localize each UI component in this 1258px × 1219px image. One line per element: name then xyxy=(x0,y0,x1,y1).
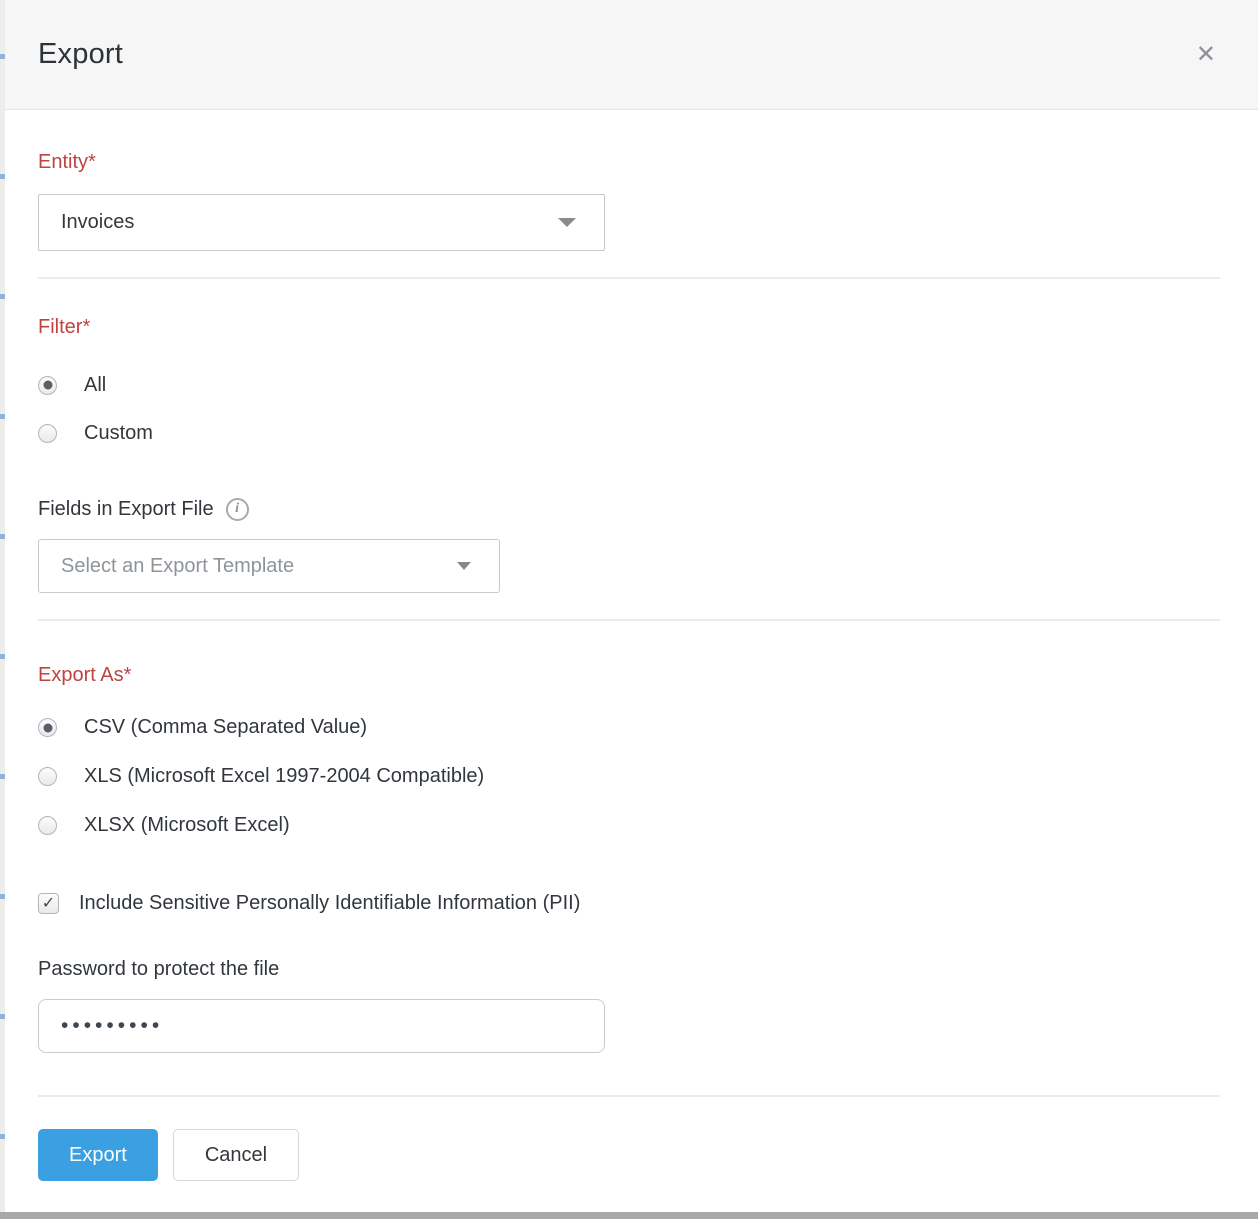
pii-checkbox-label: Include Sensitive Personally Identifiabl… xyxy=(79,892,580,915)
filter-option-all[interactable]: All xyxy=(38,361,1220,409)
checkbox-checked-icon[interactable]: ✓ xyxy=(38,893,59,914)
cancel-button[interactable]: Cancel xyxy=(173,1129,299,1181)
checkmark-icon: ✓ xyxy=(42,896,55,912)
radio-unselected-icon[interactable] xyxy=(38,424,57,443)
dialog-header: Export ✕ xyxy=(0,0,1258,110)
export-dialog: Export ✕ Entity* Invoices Filter* All Cu… xyxy=(0,0,1258,1219)
entity-label: Entity* xyxy=(38,148,1220,176)
page-behind-bottom-edge xyxy=(0,1212,1258,1219)
export-as-option-xlsx[interactable]: XLSX (Microsoft Excel) xyxy=(38,801,1220,850)
page-behind-left-edge xyxy=(0,0,5,1219)
entity-select-value: Invoices xyxy=(61,211,134,234)
radio-selected-icon[interactable] xyxy=(38,376,57,395)
entity-select[interactable]: Invoices xyxy=(38,194,605,251)
export-as-option-label: XLS (Microsoft Excel 1997-2004 Compatibl… xyxy=(84,765,484,788)
radio-unselected-icon[interactable] xyxy=(38,816,57,835)
divider xyxy=(38,1095,1220,1097)
filter-option-label: Custom xyxy=(84,422,153,445)
password-label: Password to protect the file xyxy=(38,955,1220,983)
export-as-option-xls[interactable]: XLS (Microsoft Excel 1997-2004 Compatibl… xyxy=(38,752,1220,801)
radio-selected-icon[interactable] xyxy=(38,718,57,737)
export-template-select[interactable]: Select an Export Template xyxy=(38,539,500,593)
filter-option-custom[interactable]: Custom xyxy=(38,409,1220,457)
chevron-down-icon xyxy=(457,562,471,570)
dialog-title: Export xyxy=(38,38,123,71)
close-icon[interactable]: ✕ xyxy=(1192,39,1220,71)
chevron-down-icon xyxy=(558,218,576,227)
pii-checkbox-row[interactable]: ✓ Include Sensitive Personally Identifia… xyxy=(38,892,1220,915)
fields-in-export-file-row: Fields in Export File i xyxy=(38,495,1220,523)
dialog-footer: Export Cancel xyxy=(38,1129,1220,1219)
divider xyxy=(38,277,1220,279)
dialog-body: Entity* Invoices Filter* All Custom Fiel… xyxy=(0,148,1258,1219)
filter-label: Filter* xyxy=(38,313,1220,341)
info-icon[interactable]: i xyxy=(226,498,249,521)
export-as-label: Export As* xyxy=(38,661,1220,689)
export-template-placeholder: Select an Export Template xyxy=(61,555,294,578)
export-button[interactable]: Export xyxy=(38,1129,158,1181)
radio-unselected-icon[interactable] xyxy=(38,767,57,786)
password-input[interactable] xyxy=(38,999,605,1053)
filter-option-label: All xyxy=(84,374,106,397)
export-as-radio-group: CSV (Comma Separated Value) XLS (Microso… xyxy=(38,703,1220,850)
fields-in-export-file-label: Fields in Export File xyxy=(38,495,214,523)
export-as-option-csv[interactable]: CSV (Comma Separated Value) xyxy=(38,703,1220,752)
export-as-option-label: XLSX (Microsoft Excel) xyxy=(84,814,290,837)
filter-radio-group: All Custom xyxy=(38,361,1220,457)
divider xyxy=(38,619,1220,621)
export-as-option-label: CSV (Comma Separated Value) xyxy=(84,716,367,739)
